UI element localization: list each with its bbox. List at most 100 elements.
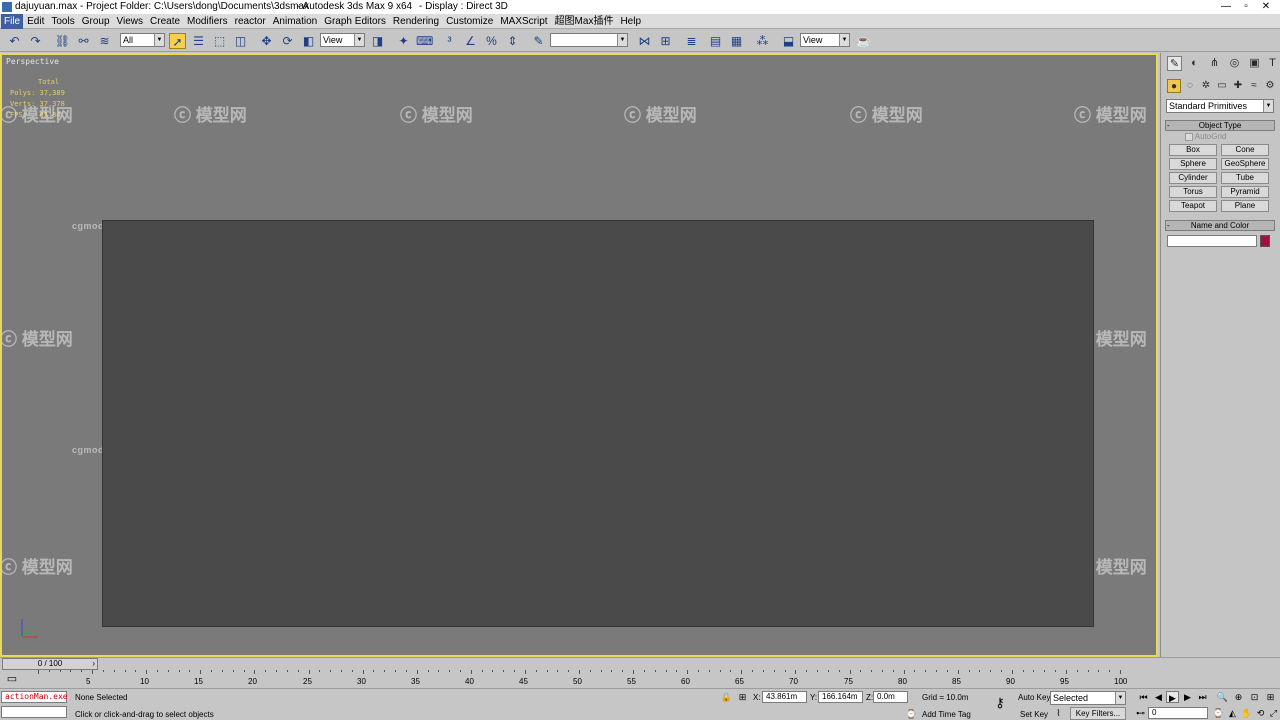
torus-button[interactable]: Torus (1169, 186, 1217, 198)
create-tab-icon[interactable]: ✎ (1167, 56, 1182, 71)
zoom-icon[interactable]: 🔍 (1216, 691, 1229, 703)
select-by-name-icon[interactable]: ☰ (190, 33, 207, 49)
time-slider-thumb[interactable]: 0 / 100 › (2, 658, 98, 670)
track-bar-menu-icon[interactable]: ▭ (4, 672, 20, 686)
snaps-toggle-icon[interactable]: ³ (441, 33, 458, 49)
helpers-icon[interactable]: ✚ (1231, 79, 1245, 93)
render-setup-icon[interactable]: ⬓ (780, 33, 797, 49)
select-link-icon[interactable]: ⛓ (54, 33, 71, 49)
unlink-icon[interactable]: ⚯ (75, 33, 92, 49)
keyboard-shortcut-icon[interactable]: ⌨ (416, 33, 433, 49)
time-slider[interactable]: 0 / 100 › (0, 657, 1280, 670)
lock-selection-icon[interactable]: 🔒 (720, 691, 733, 703)
field-of-view-icon[interactable]: ◭ (1226, 707, 1239, 719)
track-bar[interactable]: ▭ 5 10 15 20 25 30 35 40 45 50 55 60 65 70 75 80 85 90 95 1… (0, 670, 1280, 688)
select-object-icon[interactable]: ➚ (169, 33, 186, 49)
move-icon[interactable]: ✥ (258, 33, 275, 49)
systems-icon[interactable]: ⚙ (1263, 79, 1277, 93)
geometry-icon[interactable]: ● (1167, 79, 1181, 93)
object-name-input[interactable] (1167, 235, 1257, 247)
zoom-extents-all-icon[interactable]: ⊞ (1264, 691, 1277, 703)
align-icon[interactable]: ⊞ (657, 33, 674, 49)
rotate-icon[interactable]: ⟳ (279, 33, 296, 49)
maxscript-listener[interactable]: actionMan.exe (1, 691, 68, 703)
menu-modifiers[interactable]: Modifiers (184, 14, 231, 29)
percent-snap-icon[interactable]: % (483, 33, 500, 49)
cylinder-button[interactable]: Cylinder (1169, 172, 1217, 184)
minimize-button[interactable]: — (1216, 0, 1236, 14)
mirror-icon[interactable]: ⋈ (636, 33, 653, 49)
select-manipulate-icon[interactable]: ✦ (395, 33, 412, 49)
perspective-viewport[interactable]: Perspective Total Polys: 37,389 Verts: 3… (0, 53, 1158, 657)
space-warps-icon[interactable]: ≈ (1247, 79, 1261, 93)
menu-reactor[interactable]: reactor (232, 14, 269, 29)
bind-space-warp-icon[interactable]: ≋ (96, 33, 113, 49)
time-configuration-icon[interactable]: ⌚ (1212, 707, 1225, 719)
close-button[interactable]: ✕ (1256, 0, 1276, 14)
menu-maxscript[interactable]: MAXScript (497, 14, 550, 29)
menu-create[interactable]: Create (147, 14, 183, 29)
play-icon[interactable]: ▶ (1166, 691, 1179, 703)
geosphere-button[interactable]: GeoSphere (1221, 158, 1269, 170)
previous-frame-icon[interactable]: ◀ (1152, 691, 1165, 703)
key-mode-icon[interactable]: ⚷ (990, 696, 1010, 709)
pan-icon[interactable]: ✋ (1240, 707, 1253, 719)
primitive-type-dropdown[interactable]: Standard Primitives ▼ (1166, 99, 1274, 113)
current-frame-field[interactable]: 0 (1148, 707, 1208, 719)
menu-tools[interactable]: Tools (48, 14, 77, 29)
menu-rendering[interactable]: Rendering (390, 14, 442, 29)
arc-rotate-icon[interactable]: ⟲ (1254, 707, 1267, 719)
key-filters-button[interactable]: Key Filters... (1070, 707, 1126, 720)
scale-icon[interactable]: ◧ (300, 33, 317, 49)
edit-named-selection-icon[interactable]: ✎ (530, 33, 547, 49)
menu-graph-editors[interactable]: Graph Editors (321, 14, 389, 29)
shapes-icon[interactable]: ◌ (1183, 79, 1197, 93)
z-coordinate-field[interactable]: 0.0m (873, 691, 908, 703)
tube-button[interactable]: Tube (1221, 172, 1269, 184)
display-tab-icon[interactable]: ▣ (1247, 56, 1262, 71)
hierarchy-tab-icon[interactable]: ⋔ (1207, 56, 1222, 71)
timeline-ruler[interactable]: 5 10 15 20 25 30 35 40 45 50 55 60 65 70 75 80 85 90 95 100 (38, 670, 1127, 688)
menu-views[interactable]: Views (114, 14, 147, 29)
cone-button[interactable]: Cone (1221, 144, 1269, 156)
reference-coordinate-dropdown[interactable]: View ▼ (320, 33, 365, 47)
key-curve-icon[interactable]: ⌇ (1052, 707, 1065, 719)
named-selection-dropdown[interactable]: ▼ (550, 33, 628, 47)
menu-edit[interactable]: Edit (24, 14, 47, 29)
key-mode-toggle-icon[interactable]: ⊷ (1134, 707, 1147, 719)
menu-file[interactable]: File (1, 14, 24, 29)
schematic-view-icon[interactable]: ▦ (728, 33, 745, 49)
lights-icon[interactable]: ✲ (1199, 79, 1213, 93)
viewport-label[interactable]: Perspective (6, 57, 59, 66)
maxscript-input[interactable] (1, 706, 67, 718)
key-set-dropdown[interactable]: Selected ▼ (1050, 691, 1126, 705)
material-editor-icon[interactable]: ⁂ (754, 33, 771, 49)
pyramid-button[interactable]: Pyramid (1221, 186, 1269, 198)
menu-customize[interactable]: Customize (443, 14, 496, 29)
redo-icon[interactable]: ↷ (27, 33, 44, 49)
quick-render-icon[interactable]: ☕ (855, 33, 872, 49)
y-coordinate-field[interactable]: 166.164m (818, 691, 863, 703)
window-crossing-icon[interactable]: ◫ (232, 33, 249, 49)
autogrid-checkbox[interactable]: AutoGrid (1185, 132, 1265, 142)
motion-tab-icon[interactable]: ◎ (1227, 56, 1242, 71)
menu-group[interactable]: Group (79, 14, 113, 29)
object-type-rollout[interactable]: - Object Type (1165, 120, 1275, 131)
utilities-tab-icon[interactable]: T (1265, 56, 1280, 71)
sphere-button[interactable]: Sphere (1169, 158, 1217, 170)
menu-plugin[interactable]: 超图Max插件 (552, 14, 617, 29)
rectangular-selection-icon[interactable]: ⬚ (211, 33, 228, 49)
render-view-dropdown[interactable]: View ▼ (800, 33, 850, 47)
selection-filter-dropdown[interactable]: All ▼ (120, 33, 165, 47)
teapot-button[interactable]: Teapot (1169, 200, 1217, 212)
maximize-viewport-icon[interactable]: ⤢ (1267, 707, 1280, 719)
box-button[interactable]: Box (1169, 144, 1217, 156)
pivot-center-icon[interactable]: ◨ (369, 33, 386, 49)
menu-animation[interactable]: Animation (270, 14, 320, 29)
go-to-start-icon[interactable]: ⏮ (1137, 691, 1150, 703)
spinner-snap-icon[interactable]: ⇕ (504, 33, 521, 49)
layer-manager-icon[interactable]: ≣ (683, 33, 700, 49)
menu-help[interactable]: Help (617, 14, 644, 29)
cameras-icon[interactable]: ▭ (1215, 79, 1229, 93)
zoom-all-icon[interactable]: ⊕ (1232, 691, 1245, 703)
